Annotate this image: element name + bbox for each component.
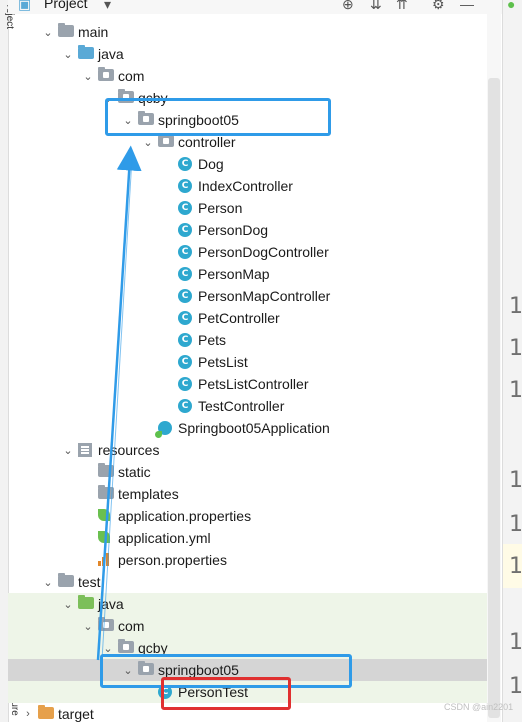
watermark: CSDN @ain2201 (444, 702, 514, 712)
annotation-arrow (96, 145, 142, 661)
